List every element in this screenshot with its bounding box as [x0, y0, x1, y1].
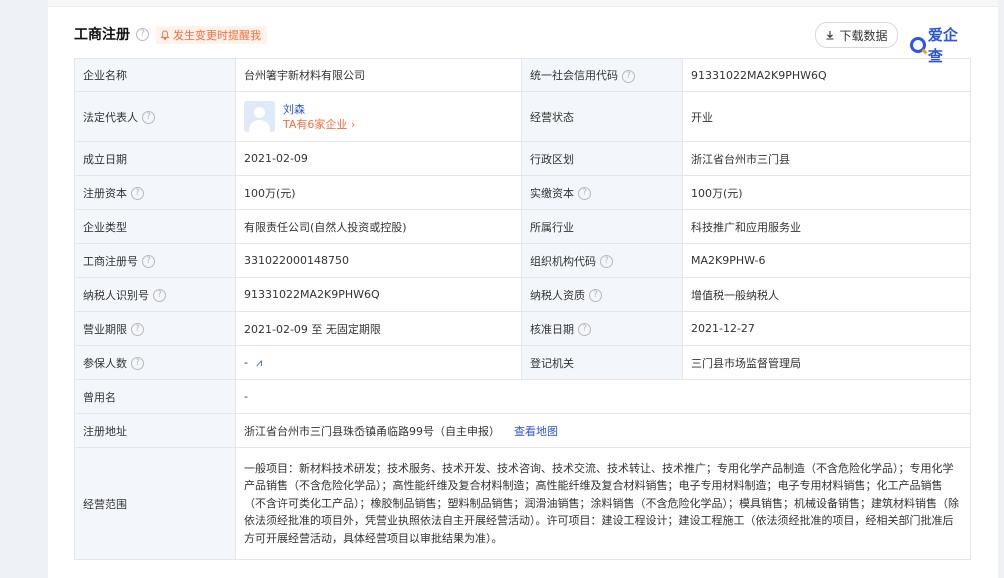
change-alert-label: 发生变更时提醒我	[173, 29, 261, 42]
taxpayer-id-value: 91331022MA2K9PHW6Q	[235, 277, 522, 312]
table-row: 纳税人识别号? 91331022MA2K9PHW6Q 纳税人资质? 增值税一般纳…	[74, 277, 971, 312]
approved-value: 2021-12-27	[682, 311, 971, 346]
scope-value: 一般项目：新材料技术研发；技术服务、技术开发、技术咨询、技术交流、技术转让、技术…	[235, 447, 971, 560]
org-code-label-cell: 组织机构代码?	[521, 243, 683, 278]
approved-label-cell: 核准日期?	[521, 311, 683, 346]
status-value: 开业	[682, 91, 971, 142]
table-row: 经营范围 一般项目：新材料技术研发；技术服务、技术开发、技术咨询、技术交流、技术…	[74, 447, 971, 560]
legal-rep-label-cell: 法定代表人?	[74, 91, 236, 142]
help-icon[interactable]: ?	[142, 255, 155, 268]
taxpayer-type-value: 增值税一般纳税人	[682, 277, 971, 312]
credit-code-label: 统一社会信用代码	[530, 69, 618, 82]
download-icon	[826, 31, 834, 40]
address-label: 注册地址	[74, 413, 236, 448]
insured-label-cell: 参保人数?	[74, 345, 236, 380]
legal-rep-cell: 刘森 TA有6家企业 ›	[235, 91, 522, 142]
credit-code-value: 91331022MA2K9PHW6Q	[682, 58, 971, 92]
download-label: 下载数据	[839, 28, 888, 43]
authority-value: 三门县市场监督管理局	[682, 345, 971, 380]
bell-icon	[160, 30, 170, 40]
address-value: 浙江省台州市三门县珠岙镇甬临路99号（自主申报）	[244, 424, 500, 438]
industry-label: 所属行业	[521, 209, 683, 244]
view-map-link[interactable]: 查看地图	[514, 425, 558, 438]
former-name-label: 曾用名	[74, 379, 236, 414]
taxpayer-type-label-cell: 纳税人资质?	[521, 277, 683, 312]
paid-capital-value: 100万(元)	[682, 175, 971, 210]
reg-capital-value: 100万(元)	[235, 175, 522, 210]
table-row: 企业类型 有限责任公司(自然人投资或控股) 所属行业 科技推广和应用服务业	[74, 209, 971, 244]
term-label-cell: 营业期限?	[74, 311, 236, 346]
section-title: 工商注册	[74, 27, 130, 43]
table-row: 曾用名 -	[74, 379, 971, 414]
change-alert-button[interactable]: 发生变更时提醒我	[156, 26, 267, 44]
table-row: 参保人数? - ⩘ 登记机关 三门县市场监督管理局	[74, 345, 971, 380]
founded-value: 2021-02-09	[235, 141, 522, 176]
table-row: 营业期限? 2021-02-09 至 无固定期限 核准日期? 2021-12-2…	[74, 311, 971, 346]
term-label: 营业期限	[83, 322, 127, 336]
download-button[interactable]: 下载数据	[815, 22, 898, 48]
reg-capital-label: 注册资本	[83, 186, 127, 200]
avatar[interactable]	[244, 101, 275, 132]
help-icon[interactable]: ?	[589, 289, 602, 302]
region-label: 行政区划	[521, 141, 683, 176]
help-icon[interactable]: ?	[136, 28, 149, 41]
scope-label: 经营范围	[74, 447, 236, 560]
founded-label: 成立日期	[74, 141, 236, 176]
registration-table: 企业名称 台州箸宇新材料有限公司 统一社会信用代码? 91331022MA2K9…	[74, 58, 971, 560]
type-label: 企业类型	[74, 209, 236, 244]
credit-code-label-cell: 统一社会信用代码?	[521, 58, 683, 92]
paid-capital-label-cell: 实缴资本?	[521, 175, 683, 210]
help-icon[interactable]: ?	[131, 357, 144, 370]
type-value: 有限责任公司(自然人投资或控股)	[235, 209, 522, 244]
trend-chart-icon[interactable]: ⩘	[256, 356, 262, 369]
legal-rep-label: 法定代表人	[83, 110, 138, 124]
reg-capital-label-cell: 注册资本?	[74, 175, 236, 210]
section-header: 工商注册 ? 发生变更时提醒我 下载数据 爱企查	[74, 22, 972, 65]
org-code-value: MA2K9PHW-6	[682, 243, 971, 278]
table-row: 企业名称 台州箸宇新材料有限公司 统一社会信用代码? 91331022MA2K9…	[74, 58, 971, 92]
legal-rep-companies-link[interactable]: TA有6家企业 ›	[283, 117, 355, 132]
help-icon[interactable]: ?	[622, 69, 635, 83]
legal-rep-name-link[interactable]: 刘森	[283, 102, 355, 117]
reg-no-label-cell: 工商注册号?	[74, 243, 236, 278]
insured-label: 参保人数	[83, 356, 127, 370]
help-icon[interactable]: ?	[578, 187, 591, 200]
taxpayer-type-label: 纳税人资质	[530, 288, 585, 302]
help-icon[interactable]: ?	[131, 187, 144, 200]
help-icon[interactable]: ?	[142, 111, 155, 124]
industry-value: 科技推广和应用服务业	[682, 209, 971, 244]
table-row: 法定代表人? 刘森 TA有6家企业 › 经营状态 开业	[74, 91, 971, 142]
taxpayer-id-label: 纳税人识别号	[83, 288, 149, 302]
reg-no-value: 331022000148750	[235, 243, 522, 278]
help-icon[interactable]: ?	[600, 255, 613, 268]
reg-no-label: 工商注册号	[83, 254, 138, 268]
status-label: 经营状态	[521, 91, 683, 142]
insured-value: -	[244, 355, 248, 369]
table-row: 注册资本? 100万(元) 实缴资本? 100万(元)	[74, 175, 971, 210]
term-value: 2021-02-09 至 无固定期限	[235, 311, 522, 346]
authority-label: 登记机关	[521, 345, 683, 380]
company-name-label: 企业名称	[74, 58, 236, 92]
legal-rep: 刘森 TA有6家企业 ›	[244, 101, 513, 132]
company-name-value: 台州箸宇新材料有限公司	[235, 58, 522, 92]
table-row: 注册地址 浙江省台州市三门县珠岙镇甬临路99号（自主申报） 查看地图	[74, 413, 971, 448]
insured-cell: - ⩘	[235, 345, 522, 380]
help-icon[interactable]: ?	[153, 289, 166, 302]
help-icon[interactable]: ?	[131, 323, 144, 336]
region-value: 浙江省台州市三门县	[682, 141, 971, 176]
taxpayer-id-label-cell: 纳税人识别号?	[74, 277, 236, 312]
table-row: 工商注册号? 331022000148750 组织机构代码? MA2K9PHW-…	[74, 243, 971, 278]
table-row: 成立日期 2021-02-09 行政区划 浙江省台州市三门县	[74, 141, 971, 176]
approved-label: 核准日期	[530, 322, 574, 336]
logo-icon	[910, 37, 926, 53]
org-code-label: 组织机构代码	[530, 254, 596, 268]
address-cell: 浙江省台州市三门县珠岙镇甬临路99号（自主申报） 查看地图	[235, 413, 971, 448]
top-strip	[48, 0, 998, 7]
help-icon[interactable]: ?	[578, 323, 591, 336]
former-name-value: -	[235, 379, 971, 414]
paid-capital-label: 实缴资本	[530, 186, 574, 200]
